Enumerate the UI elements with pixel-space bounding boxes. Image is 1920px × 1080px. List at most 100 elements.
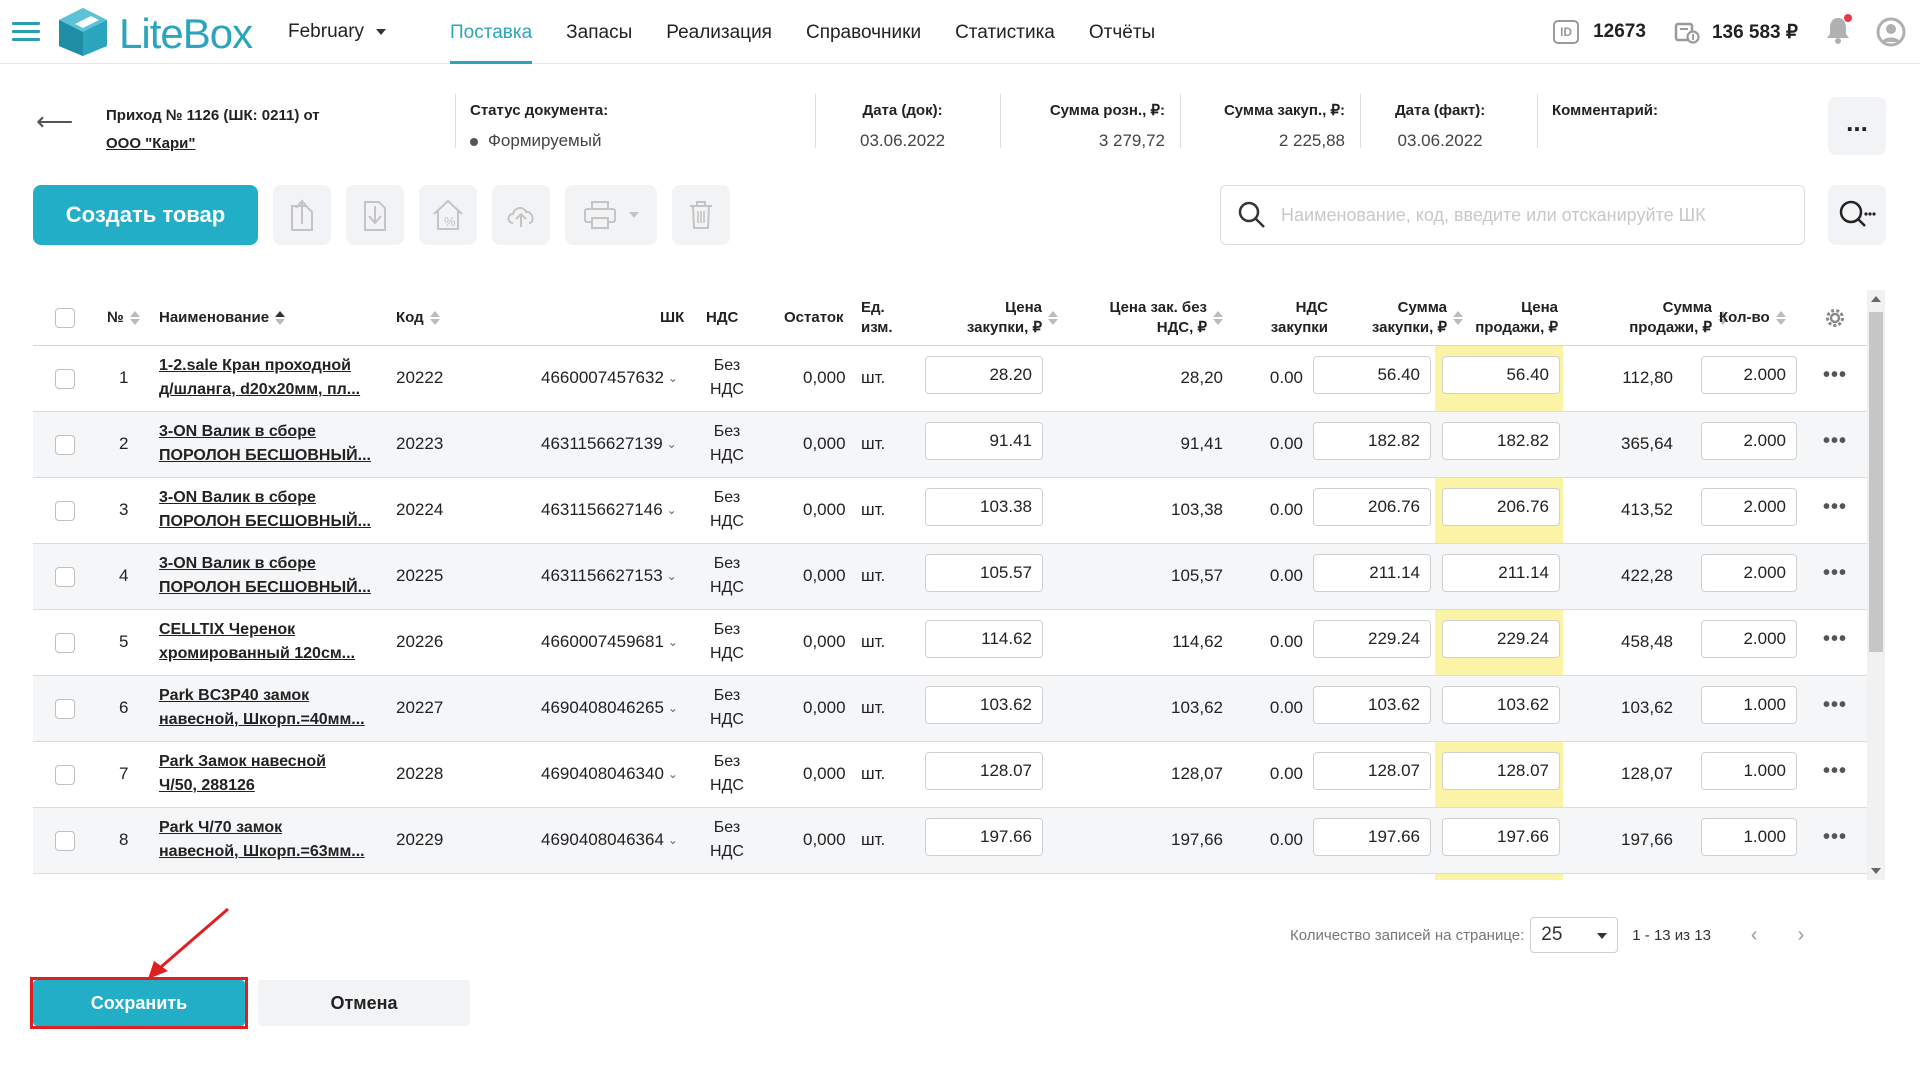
purchase-price-input[interactable]: 114.62 xyxy=(925,620,1043,658)
sale-price-input[interactable]: 206.76 xyxy=(1442,488,1560,526)
row-more-icon[interactable]: ••• xyxy=(1823,562,1847,585)
nav-postavka[interactable]: Поставка xyxy=(450,0,533,64)
purchase-sum-input[interactable]: 182.82 xyxy=(1313,422,1431,460)
row-more-icon[interactable]: ••• xyxy=(1823,496,1847,519)
purchase-price-input[interactable]: 103.38 xyxy=(925,488,1043,526)
product-name-link[interactable]: CELLTIX Черенок хромированный 120см... xyxy=(159,618,394,666)
month-selector[interactable]: February xyxy=(288,21,387,43)
row-checkbox[interactable] xyxy=(55,765,75,785)
col-qty[interactable]: Кол-во xyxy=(1719,308,1786,328)
row-checkbox[interactable] xyxy=(55,501,75,521)
nav-spravochniki[interactable]: Справочники xyxy=(806,0,921,64)
purchase-sum-input[interactable]: 206.76 xyxy=(1313,488,1431,526)
purchase-price-input[interactable]: 105.57 xyxy=(925,554,1043,592)
create-product-button[interactable]: Создать товар xyxy=(33,185,258,245)
purchase-price-input[interactable]: 91.41 xyxy=(925,422,1043,460)
row-more-icon[interactable]: ••• xyxy=(1823,760,1847,783)
print-button[interactable] xyxy=(565,185,657,245)
product-name-link[interactable]: 3-ON Валик в сборе ПОРОЛОН БЕСШОВНЫЙ... xyxy=(159,486,394,534)
row-checkbox[interactable] xyxy=(55,435,75,455)
barcode-select[interactable]: 4631156627146 ⌄ xyxy=(541,500,677,520)
col-name[interactable]: Наименование xyxy=(159,308,286,328)
sale-price-input[interactable]: 182.82 xyxy=(1442,422,1560,460)
row-checkbox[interactable] xyxy=(55,633,75,653)
logo[interactable]: LiteBox xyxy=(55,6,275,58)
product-name-link[interactable]: 3-ON Валик в сборе ПОРОЛОН БЕСШОВНЫЙ... xyxy=(159,420,394,468)
table-scrollbar[interactable] xyxy=(1867,290,1885,880)
row-more-icon[interactable]: ••• xyxy=(1823,430,1847,453)
barcode-select[interactable]: 4631156627153 ⌄ xyxy=(541,566,677,586)
col-code[interactable]: Код xyxy=(396,308,440,328)
purchase-sum-input[interactable]: 211.14 xyxy=(1313,554,1431,592)
col-num[interactable]: № xyxy=(107,308,140,328)
row-more-icon[interactable]: ••• xyxy=(1823,628,1847,651)
row-more-icon[interactable]: ••• xyxy=(1823,364,1847,387)
sale-price-input[interactable]: 211.14 xyxy=(1442,554,1560,592)
user-avatar-icon[interactable] xyxy=(1876,17,1906,47)
next-page-icon[interactable]: › xyxy=(1798,924,1805,947)
nav-realizaciya[interactable]: Реализация xyxy=(666,0,772,64)
quantity-input[interactable]: 1.000 xyxy=(1701,686,1797,724)
table-row[interactable]: 6 Park BC3P40 замок навесной, Шкорп.=40мм.… xyxy=(33,676,1867,742)
product-name-link[interactable]: Park Замок навесной Ч/50, 288126 xyxy=(159,750,394,798)
nav-otchety[interactable]: Отчёты xyxy=(1089,0,1155,64)
table-row[interactable]: 3 3-ON Валик в сборе ПОРОЛОН БЕСШОВНЫЙ... 2… xyxy=(33,478,1867,544)
product-name-link[interactable]: 1-2.sale Кран проходной д/шланга, d20x20м… xyxy=(159,354,394,402)
sale-price-input[interactable]: 128.07 xyxy=(1442,752,1560,790)
purchase-sum-input[interactable]: 128.07 xyxy=(1313,752,1431,790)
barcode-select[interactable]: 4690408046265 ⌄ xyxy=(541,698,678,718)
row-checkbox[interactable] xyxy=(55,567,75,587)
row-checkbox[interactable] xyxy=(55,831,75,851)
menu-icon[interactable] xyxy=(12,22,40,42)
nav-zapasy[interactable]: Запасы xyxy=(566,0,632,64)
col-sale-sum[interactable]: Сумма продажи, ₽ xyxy=(1563,298,1728,338)
table-row[interactable]: 4 3-ON Валик в сборе ПОРОЛОН БЕСШОВНЫЙ... 2… xyxy=(33,544,1867,610)
row-checkbox[interactable] xyxy=(55,699,75,719)
notifications[interactable] xyxy=(1826,13,1852,49)
sale-price-input[interactable]: 56.40 xyxy=(1442,356,1560,394)
table-row[interactable]: 5 CELLTIX Черенок хромированный 120см... 20… xyxy=(33,610,1867,676)
purchase-price-input[interactable]: 128.07 xyxy=(925,752,1043,790)
product-name-link[interactable]: Park Ч/70 замок навесной, Шкорп.=63мм... xyxy=(159,816,394,864)
barcode-select[interactable]: 4690408046340 ⌄ xyxy=(541,764,678,784)
advanced-search-button[interactable] xyxy=(1828,185,1886,245)
barcode-select[interactable]: 4660007457632 ⌄ xyxy=(541,368,678,388)
barcode-select[interactable]: 4631156627139 ⌄ xyxy=(541,434,677,454)
quantity-input[interactable]: 2.000 xyxy=(1701,620,1797,658)
row-checkbox[interactable] xyxy=(55,369,75,389)
save-button[interactable]: Сохранить xyxy=(33,980,245,1026)
export-button[interactable] xyxy=(273,185,331,245)
purchase-sum-input[interactable]: 197.66 xyxy=(1313,818,1431,856)
import-button[interactable] xyxy=(346,185,404,245)
sale-price-input[interactable]: 197.66 xyxy=(1442,818,1560,856)
purchase-price-input[interactable]: 103.62 xyxy=(925,686,1043,724)
table-row[interactable]: 2 3-ON Валик в сборе ПОРОЛОН БЕСШОВНЫЙ... 2… xyxy=(33,412,1867,478)
quantity-input[interactable]: 2.000 xyxy=(1701,422,1797,460)
quantity-input[interactable]: 2.000 xyxy=(1701,356,1797,394)
barcode-select[interactable]: 4660007459681 ⌄ xyxy=(541,632,678,652)
table-row[interactable]: 7 Park Замок навесной Ч/50, 288126 20228 469… xyxy=(33,742,1867,808)
prev-page-icon[interactable]: ‹ xyxy=(1751,924,1758,947)
nav-statistika[interactable]: Статистика xyxy=(955,0,1055,64)
sale-price-input[interactable]: 229.24 xyxy=(1442,620,1560,658)
sale-price-input[interactable]: 103.62 xyxy=(1442,686,1560,724)
delete-button[interactable] xyxy=(672,185,730,245)
back-arrow-icon[interactable]: ⟵ xyxy=(36,106,73,137)
purchase-price-input[interactable]: 28.20 xyxy=(925,356,1043,394)
cloud-upload-button[interactable] xyxy=(492,185,550,245)
col-purchase-price[interactable]: Цена закупки, ₽ xyxy=(938,298,1058,338)
search-input[interactable] xyxy=(1281,186,1791,244)
product-name-link[interactable]: 3-ON Валик в сборе ПОРОЛОН БЕСШОВНЫЙ... xyxy=(159,552,394,600)
quantity-input[interactable]: 1.000 xyxy=(1701,818,1797,856)
row-more-icon[interactable]: ••• xyxy=(1823,694,1847,717)
col-price-no-vat[interactable]: Цена зак. без НДС, ₽ xyxy=(1063,298,1223,338)
supplier-link[interactable]: ООО "Кари" xyxy=(106,130,320,158)
product-name-link[interactable]: Park BC3P40 замок навесной, Шкорп.=40мм..… xyxy=(159,684,394,732)
quantity-input[interactable]: 2.000 xyxy=(1701,554,1797,592)
select-all-checkbox[interactable] xyxy=(55,308,75,328)
markup-button[interactable]: % xyxy=(419,185,477,245)
barcode-select[interactable]: 4690408046364 ⌄ xyxy=(541,830,678,850)
purchase-sum-input[interactable]: 229.24 xyxy=(1313,620,1431,658)
table-row[interactable]: 8 Park Ч/70 замок навесной, Шкорп.=63мм...… xyxy=(33,808,1867,874)
purchase-sum-input[interactable]: 103.62 xyxy=(1313,686,1431,724)
